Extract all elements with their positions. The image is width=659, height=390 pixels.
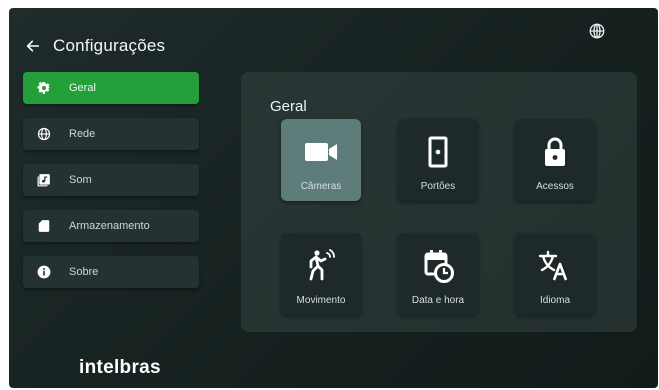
tile-portoes[interactable]: Portões bbox=[398, 119, 478, 201]
globe-icon bbox=[37, 127, 51, 141]
tile-label: Portões bbox=[420, 181, 456, 192]
page-title: Configurações bbox=[53, 36, 166, 55]
settings-panel: Geral Câmeras Portões Acessos Movimento … bbox=[241, 72, 637, 332]
sidebar-item-rede[interactable]: Rede bbox=[23, 118, 199, 150]
tile-label: Acessos bbox=[536, 181, 574, 192]
motion-icon bbox=[309, 249, 335, 281]
sidebar-item-label: Geral bbox=[69, 82, 96, 94]
sidebar-item-label: Som bbox=[69, 174, 92, 186]
tile-label: Câmeras bbox=[300, 181, 342, 192]
back-arrow-icon[interactable] bbox=[25, 38, 41, 54]
sd-card-icon bbox=[38, 220, 50, 232]
panel-title: Geral bbox=[270, 98, 307, 115]
settings-screen: Configurações Geral Rede Som Armazenamen… bbox=[9, 8, 658, 388]
globe-icon[interactable] bbox=[588, 22, 606, 40]
sidebar-item-geral[interactable]: Geral bbox=[23, 72, 199, 104]
sidebar-item-som[interactable]: Som bbox=[23, 164, 199, 196]
sidebar-item-label: Sobre bbox=[69, 266, 99, 278]
music-icon bbox=[37, 174, 50, 187]
gear-icon bbox=[37, 82, 51, 94]
sidebar-menu: Geral Rede Som Armazenamento Sobre bbox=[23, 72, 199, 302]
lock-icon bbox=[545, 137, 565, 166]
camera-icon bbox=[305, 143, 337, 161]
header: Configurações bbox=[25, 36, 165, 56]
sidebar-item-label: Rede bbox=[69, 128, 96, 140]
sidebar-item-sobre[interactable]: Sobre bbox=[23, 256, 199, 288]
tile-label: Data e hora bbox=[411, 295, 465, 306]
info-icon bbox=[37, 265, 51, 279]
door-icon bbox=[428, 136, 448, 168]
tile-label: Idioma bbox=[539, 295, 570, 306]
tile-idioma[interactable]: Idioma bbox=[515, 233, 595, 315]
tile-label: Movimento bbox=[296, 295, 346, 306]
tile-acessos[interactable]: Acessos bbox=[515, 119, 595, 201]
brand-logo: intelbras bbox=[79, 357, 161, 378]
calendar-clock-icon bbox=[424, 250, 454, 283]
tile-movimento[interactable]: Movimento bbox=[281, 233, 361, 315]
tile-data-e-hora[interactable]: Data e hora bbox=[398, 233, 478, 315]
tile-cameras[interactable]: Câmeras bbox=[281, 119, 361, 201]
translate-icon bbox=[538, 250, 568, 281]
sidebar-item-armazenamento[interactable]: Armazenamento bbox=[23, 210, 199, 242]
sidebar-item-label: Armazenamento bbox=[69, 220, 150, 232]
